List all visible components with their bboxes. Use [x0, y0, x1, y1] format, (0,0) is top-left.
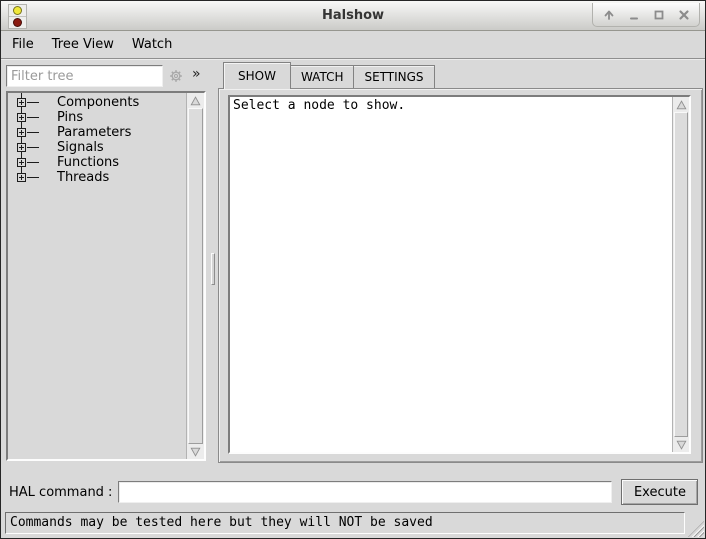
scroll-down-icon[interactable] — [187, 444, 204, 459]
tree-scrollbar[interactable] — [186, 93, 204, 459]
main-area: » Components Pins Parameters Si — [1, 59, 705, 475]
tab-settings[interactable]: SETTINGS — [354, 65, 434, 88]
maximize-icon[interactable] — [646, 5, 671, 25]
show-tab-panel: Select a node to show. — [218, 88, 703, 463]
hal-tree: Components Pins Parameters Signals Funct… — [8, 93, 186, 459]
scroll-up-icon[interactable] — [673, 97, 689, 112]
expand-icon[interactable] — [17, 173, 26, 182]
tree-item-parameters[interactable]: Parameters — [8, 125, 186, 140]
menu-watch[interactable]: Watch — [123, 31, 181, 58]
tab-watch[interactable]: WATCH — [291, 65, 355, 88]
scrollbar-thumb[interactable] — [674, 112, 688, 437]
command-bar: HAL command : Execute — [1, 475, 705, 509]
menu-tree-view[interactable]: Tree View — [43, 31, 123, 58]
tree-item-signals[interactable]: Signals — [8, 140, 186, 155]
resize-grip-icon[interactable] — [688, 521, 704, 537]
expand-icon[interactable] — [17, 128, 26, 137]
hal-command-input[interactable] — [118, 481, 612, 503]
tree-item-components[interactable]: Components — [8, 95, 186, 110]
expand-icon[interactable] — [17, 98, 26, 107]
chevron-double-right-icon[interactable]: » — [189, 64, 204, 84]
close-icon[interactable] — [671, 5, 696, 25]
pane-sash-handle[interactable] — [211, 253, 215, 285]
filter-tree-input[interactable] — [6, 65, 163, 87]
halshow-window: Halshow — [0, 0, 706, 539]
tree-item-threads[interactable]: Threads — [8, 170, 186, 185]
tree-item-functions[interactable]: Functions — [8, 155, 186, 170]
show-text-scrollbar[interactable] — [672, 97, 689, 452]
menu-file[interactable]: File — [3, 31, 43, 58]
hal-tree-frame: Components Pins Parameters Signals Funct… — [6, 91, 206, 461]
expand-icon[interactable] — [17, 158, 26, 167]
tree-item-pins[interactable]: Pins — [8, 110, 186, 125]
menubar: File Tree View Watch — [1, 31, 705, 59]
scrollbar-thumb[interactable] — [188, 108, 203, 444]
show-text-frame: Select a node to show. — [228, 95, 691, 454]
expand-icon[interactable] — [17, 113, 26, 122]
tab-bar: SHOW WATCH SETTINGS — [218, 61, 703, 88]
show-text-area[interactable]: Select a node to show. — [230, 97, 672, 452]
gear-icon[interactable] — [167, 67, 185, 85]
notebook: SHOW WATCH SETTINGS Select a node to sho… — [218, 61, 703, 463]
minimize-icon[interactable] — [621, 5, 646, 25]
hal-command-label: HAL command : — [9, 485, 112, 500]
scroll-up-icon[interactable] — [187, 93, 204, 108]
window-controls — [592, 3, 700, 27]
scroll-down-icon[interactable] — [673, 437, 689, 452]
titlebar[interactable]: Halshow — [1, 1, 705, 31]
execute-button[interactable]: Execute — [621, 479, 698, 505]
status-message: Commands may be tested here but they wil… — [5, 512, 685, 534]
expand-icon[interactable] — [17, 143, 26, 152]
status-row: Commands may be tested here but they wil… — [1, 509, 705, 538]
shade-icon[interactable] — [596, 5, 621, 25]
tab-show[interactable]: SHOW — [223, 62, 291, 89]
